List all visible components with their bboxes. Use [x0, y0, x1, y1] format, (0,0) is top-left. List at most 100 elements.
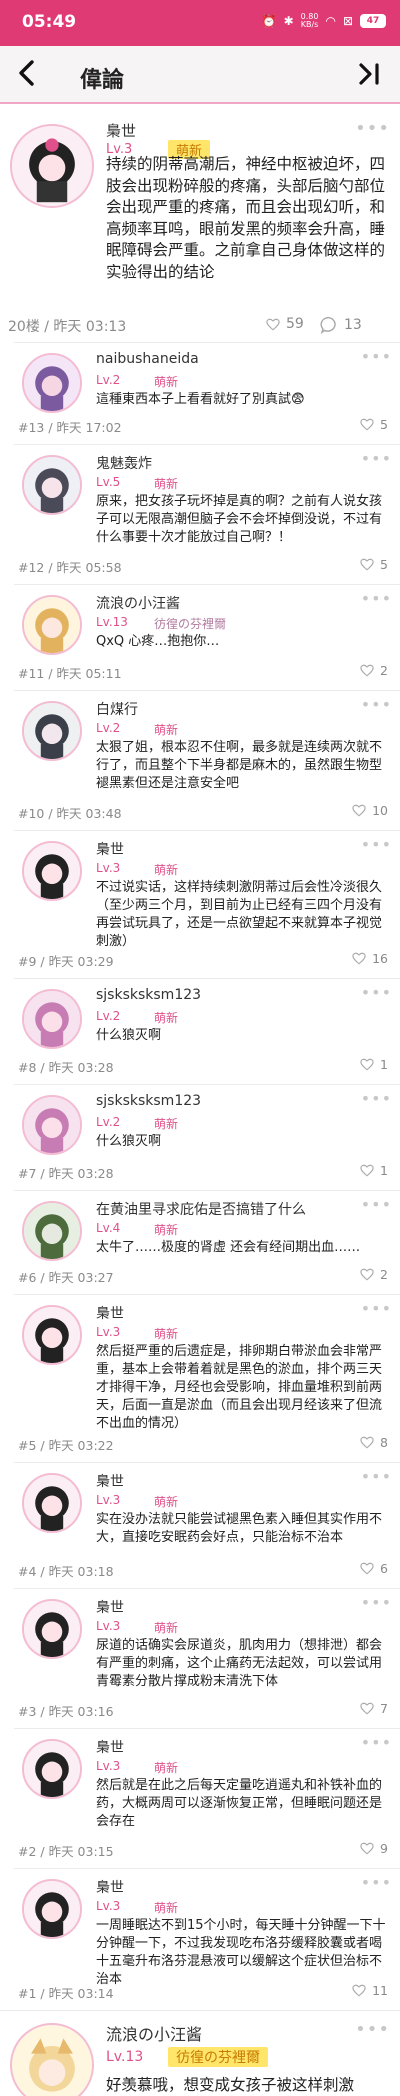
more-options-icon[interactable]: ••• [361, 1873, 392, 1892]
title-badge: 萌新 [154, 1495, 179, 1509]
reply-card[interactable]: 梟世 Lv.3 萌新 ••• 不过说实话，这样持续刺激阴蒂过后会性冷淡很久（至少… [14, 830, 400, 976]
username[interactable]: 梟世 [96, 1877, 124, 1897]
username[interactable]: 梟世 [96, 839, 124, 859]
reply-card[interactable]: 梟世 Lv.3 萌新 ••• 然后挺严重的后遗症是，排卵期白带淤血会非常严重，基… [14, 1294, 400, 1460]
reply-card[interactable]: 梟世 Lv.3 萌新 ••• 实在没办法就只能尝试褪黑色素入睡但其实作用不大，直… [14, 1462, 400, 1586]
more-options-icon[interactable]: ••• [361, 983, 392, 1002]
username[interactable]: 在黄油里寻求庇佑是否搞错了什么 [96, 1199, 306, 1219]
avatar[interactable] [22, 353, 82, 413]
more-options-icon[interactable]: ••• [361, 449, 392, 468]
reply-like-button[interactable]: 5 [360, 557, 388, 572]
reply-like-button[interactable]: 1 [360, 1057, 388, 1072]
username[interactable]: naibushaneida [96, 351, 199, 367]
avatar[interactable] [22, 595, 82, 655]
like-icon [360, 1702, 374, 1715]
reply-like-button[interactable]: 5 [360, 417, 388, 432]
more-options-icon[interactable]: ••• [361, 347, 392, 366]
username[interactable]: 白煤行 [96, 699, 138, 719]
more-options-icon[interactable]: ••• [361, 1089, 392, 1108]
username[interactable]: sjsksksksm123 [96, 987, 201, 1003]
reply-card[interactable]: 梟世 Lv.3 萌新 ••• 然后就是在此之后每天定量吃逍遥丸和补铁补血的药，大… [14, 1728, 400, 1866]
reply-card[interactable]: naibushaneida Lv.2 萌新 ••• 這種東西本子上看看就好了別真… [14, 342, 400, 442]
comment-count: 13 [344, 317, 362, 333]
more-options-icon[interactable]: ••• [361, 1195, 392, 1214]
more-options-icon[interactable]: ••• [355, 118, 390, 139]
reply-card[interactable]: 梟世 Lv.3 萌新 ••• 尿道的话确实会尿道炎，肌肉用力（想排泄）都会有严重… [14, 1588, 400, 1726]
like-count: 9 [380, 1841, 388, 1856]
more-options-icon[interactable]: ••• [361, 589, 392, 608]
avatar[interactable] [22, 1739, 82, 1799]
more-options-icon[interactable]: ••• [361, 1733, 392, 1752]
avatar[interactable] [22, 1473, 82, 1533]
reply-like-button[interactable]: 8 [360, 1435, 388, 1450]
app-root: 05:49 ⏰ ✱ 0.80 KB/s ◠ ⊠ 47 偉論 梟世 Lv.3 萌新… [0, 0, 400, 2096]
last-page-icon[interactable] [354, 60, 384, 90]
more-options-icon[interactable]: ••• [361, 695, 392, 714]
username[interactable]: 梟世 [106, 120, 136, 141]
avatar[interactable] [22, 455, 82, 515]
like-count: 2 [380, 1267, 388, 1282]
title-badge: 萌新 [154, 1621, 179, 1635]
reply-floor-time: #7 / 昨天 03:28 [18, 1166, 114, 1181]
reply-card[interactable]: 白煤行 Lv.2 萌新 ••• 太狠了姐，根本忍不住啊，最多就是连续两次就不行了… [14, 690, 400, 828]
comment-button[interactable]: 13 [320, 316, 362, 334]
avatar[interactable] [22, 1599, 82, 1659]
like-button[interactable]: 59 [266, 316, 304, 332]
reply-card[interactable]: sjsksksksm123 Lv.2 萌新 ••• 什么狼灭啊 #7 / 昨天 … [14, 1084, 400, 1188]
reply-floor-time: #8 / 昨天 03:28 [18, 1060, 114, 1075]
like-icon [352, 952, 366, 965]
title-badge: 萌新 [154, 1327, 179, 1341]
avatar[interactable] [22, 841, 82, 901]
reply-card[interactable]: sjsksksksm123 Lv.2 萌新 ••• 什么狼灭啊 #8 / 昨天 … [14, 978, 400, 1082]
reply-like-button[interactable]: 10 [352, 803, 388, 818]
avatar[interactable] [10, 124, 94, 208]
reply-like-button[interactable]: 9 [360, 1841, 388, 1856]
like-count: 11 [372, 1983, 388, 1998]
username[interactable]: 流浪の小汪酱 [106, 2021, 202, 2045]
username[interactable]: 梟世 [96, 1471, 124, 1491]
more-options-icon[interactable]: ••• [355, 2019, 390, 2040]
avatar[interactable] [10, 2023, 94, 2096]
avatar[interactable] [22, 989, 82, 1049]
like-icon [360, 418, 374, 431]
avatar[interactable] [22, 1095, 82, 1155]
reply-like-button[interactable]: 16 [352, 951, 388, 966]
title-badge: 萌新 [154, 375, 179, 389]
reply-like-button[interactable]: 1 [360, 1163, 388, 1178]
reply-like-button[interactable]: 2 [360, 663, 388, 678]
avatar[interactable] [22, 1305, 82, 1365]
reply-like-button[interactable]: 6 [360, 1561, 388, 1576]
username[interactable]: 鬼魅轰炸 [96, 453, 152, 473]
username[interactable]: sjsksksksm123 [96, 1093, 201, 1109]
reply-card[interactable]: 鬼魅轰炸 Lv.5 萌新 ••• 原来，把女孩子玩坏掉是真的啊？之前有人说女孩子… [14, 444, 400, 582]
like-count: 7 [380, 1701, 388, 1716]
reply-card[interactable]: 在黄油里寻求庇佑是否搞错了什么 Lv.4 萌新 ••• 太牛了……极度的肾虚 还… [14, 1190, 400, 1292]
avatar[interactable] [22, 1879, 82, 1939]
battery-icon: 47 [360, 14, 386, 28]
reply-floor-time: #13 / 昨天 17:02 [18, 420, 122, 435]
more-options-icon[interactable]: ••• [361, 1467, 392, 1486]
avatar[interactable] [22, 1201, 82, 1261]
main-post[interactable]: 梟世 Lv.3 萌新 ••• 持续的阴蒂高潮后，神经中枢被迫坏，四肢会出现粉碎般… [0, 108, 400, 340]
username[interactable]: 流浪の小汪酱 [96, 593, 180, 613]
reply-card[interactable]: 流浪の小汪酱 Lv.13 彷徨の芬裡爾 ••• QxQ 心疼…抱抱你… #11 … [14, 584, 400, 688]
level-badge: Lv.3 [96, 1619, 121, 1633]
reply-like-button[interactable]: 11 [352, 1983, 388, 1998]
more-options-icon[interactable]: ••• [361, 835, 392, 854]
sim-icon: ⊠ [342, 14, 353, 28]
reply-card[interactable]: 梟世 Lv.3 萌新 ••• 一周睡眠达不到15个小时，每天睡十分钟醒一下十分钟… [14, 1868, 400, 2008]
reply-text: 一周睡眠达不到15个小时，每天睡十分钟醒一下十分钟醒一下，不过我发现吃布洛芬缓释… [96, 1918, 386, 1987]
username[interactable]: 梟世 [96, 1303, 124, 1323]
username[interactable]: 梟世 [96, 1597, 124, 1617]
reply-like-button[interactable]: 7 [360, 1701, 388, 1716]
like-count: 8 [380, 1435, 388, 1450]
post-floor-time: 20楼 / 昨天 03:13 [8, 319, 127, 335]
more-options-icon[interactable]: ••• [361, 1593, 392, 1612]
more-options-icon[interactable]: ••• [361, 1299, 392, 1318]
bottom-post[interactable]: 流浪の小汪酱 Lv.13 彷徨の芬裡爾 ••• 好羡慕哦，想变成女孩子被这样刺激 [0, 2010, 400, 2096]
username[interactable]: 梟世 [96, 1737, 124, 1757]
back-icon[interactable] [16, 58, 48, 92]
reply-text: 然后就是在此之后每天定量吃逍遥丸和补铁补血的药，大概两周可以逐渐恢复正常，但睡眠… [96, 1778, 383, 1829]
reply-like-button[interactable]: 2 [360, 1267, 388, 1282]
avatar[interactable] [22, 701, 82, 761]
